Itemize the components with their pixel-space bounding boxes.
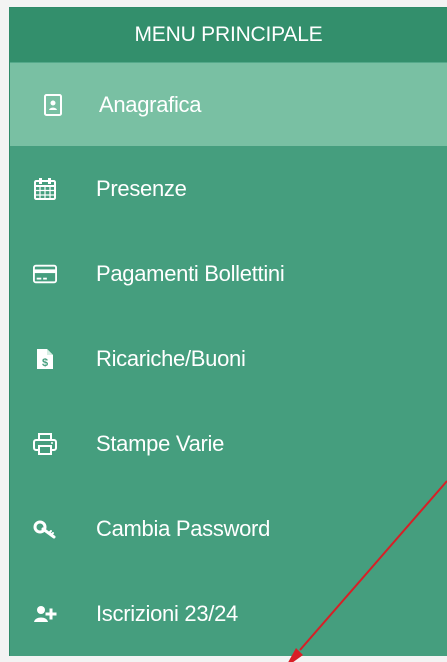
profile-card-icon [41,93,65,117]
menu-list: Anagrafica Presenze Pagamenti Bollettini… [10,63,447,656]
printer-icon [33,432,57,456]
main-menu: MENU PRINCIPALE Anagrafica Presenze Paga… [9,7,447,656]
menu-item-iscrizioni[interactable]: Iscrizioni 23/24 [10,571,447,656]
menu-item-label: Iscrizioni 23/24 [96,600,238,626]
menu-item-label: Anagrafica [99,91,202,117]
dollar-document-icon: $ [33,347,57,371]
menu-header: MENU PRINCIPALE [10,8,447,63]
add-user-icon [33,602,57,626]
menu-item-stampe-varie[interactable]: Stampe Varie [10,401,447,486]
menu-item-pagamenti-bollettini[interactable]: Pagamenti Bollettini [10,231,447,316]
menu-item-ricariche-buoni[interactable]: $ Ricariche/Buoni [10,316,447,401]
menu-item-label: Presenze [96,175,187,201]
credit-card-icon [33,262,57,286]
menu-item-anagrafica[interactable]: Anagrafica [10,63,447,146]
menu-item-label: Stampe Varie [96,430,225,456]
menu-item-label: Ricariche/Buoni [96,345,246,371]
menu-item-presenze[interactable]: Presenze [10,146,447,231]
menu-item-label: Pagamenti Bollettini [96,260,285,286]
calendar-icon [33,177,57,201]
menu-item-label: Cambia Password [96,515,271,541]
svg-text:$: $ [42,357,48,369]
menu-item-cambia-password[interactable]: Cambia Password [10,486,447,571]
key-icon [33,517,57,541]
